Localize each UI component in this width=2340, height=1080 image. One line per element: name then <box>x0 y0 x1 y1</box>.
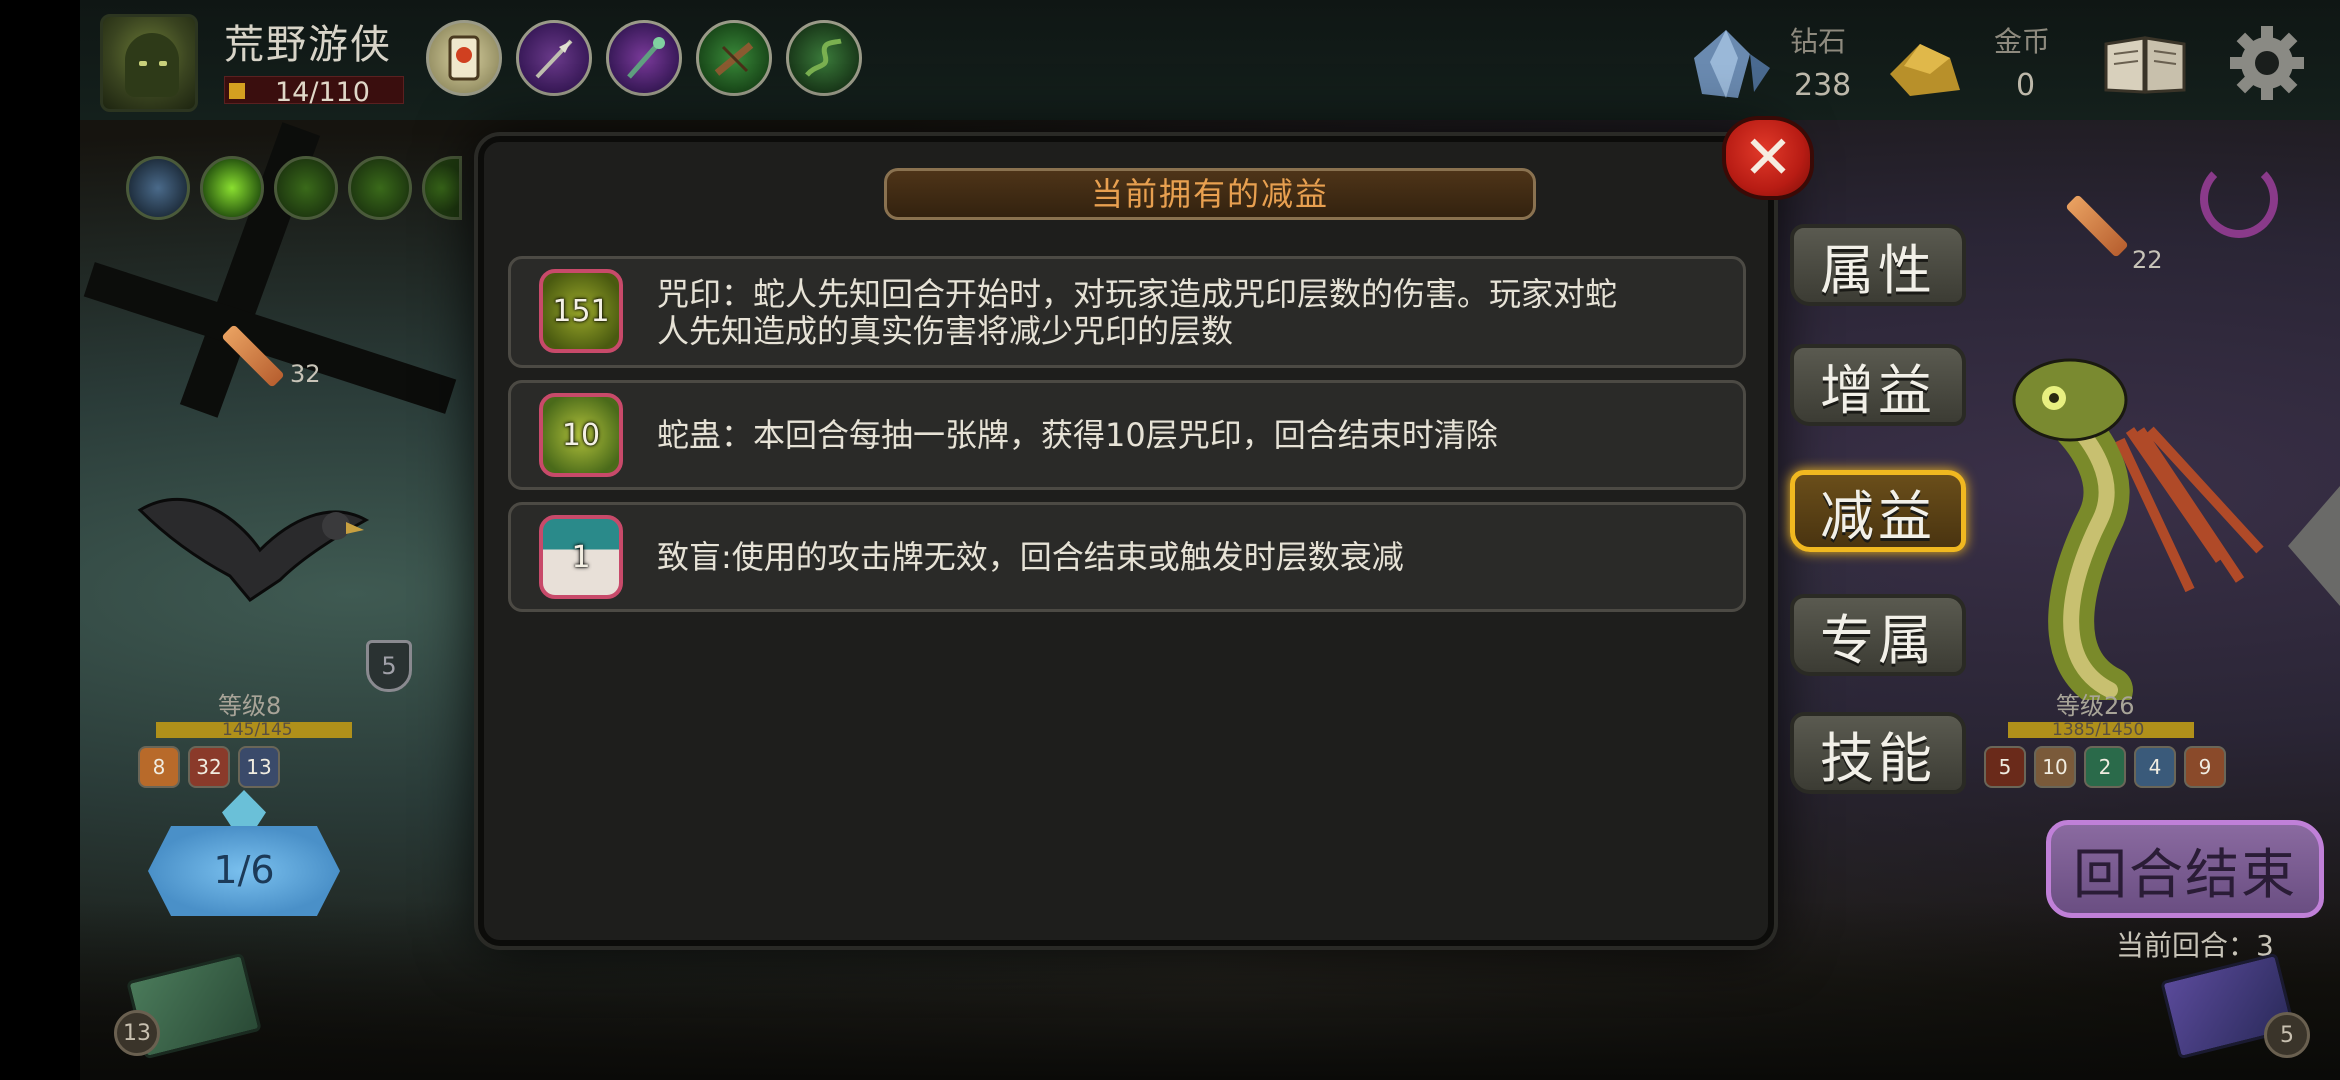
close-button[interactable]: ✕ <box>1722 116 1814 200</box>
player-status-1[interactable]: 32 <box>188 746 230 788</box>
settings-gear-icon[interactable] <box>2228 24 2306 102</box>
hero-hp-text: 14/110 <box>275 77 370 108</box>
enemy-status-0[interactable]: 5 <box>1984 746 2026 788</box>
enemy-status-1[interactable]: 10 <box>2034 746 2076 788</box>
diamond-value: 238 <box>1794 68 1852 103</box>
bird-buff-icon[interactable] <box>274 156 338 220</box>
crossbow-icon <box>714 42 754 76</box>
debuff-stacks: 10 <box>561 417 601 453</box>
staff-icon <box>627 37 665 79</box>
equipment-slot-spear[interactable] <box>516 20 592 96</box>
vine-icon <box>805 38 842 77</box>
player-hp-text: 145/145 <box>222 720 293 740</box>
eagle-companion[interactable] <box>130 480 370 620</box>
gold-label: 金币 <box>1994 25 2051 58</box>
hero-portrait[interactable] <box>100 14 198 112</box>
current-turn-label: 当前回合：3 <box>2116 929 2274 962</box>
debuff-stacks: 1 <box>571 539 591 575</box>
top-bar <box>80 0 2340 120</box>
curse-seal-icon: 151 <box>539 269 623 353</box>
enemy-hp-text: 1385/1450 <box>2052 720 2145 740</box>
snake-poison-icon: 10 <box>539 393 623 477</box>
gem-icon <box>229 83 245 99</box>
player-status-0[interactable]: 8 <box>138 746 180 788</box>
debuff-stacks: 151 <box>552 293 610 329</box>
spear-icon <box>535 39 573 79</box>
enemy-status-4[interactable]: 9 <box>2184 746 2226 788</box>
tree-branch <box>83 262 457 414</box>
enemy-status-2[interactable]: 2 <box>2084 746 2126 788</box>
hero-hp-bar: 14/110 <box>224 76 404 108</box>
player-status-2[interactable]: 13 <box>238 746 280 788</box>
enemy-level: 等级26 <box>2056 692 2135 720</box>
screen-edge <box>0 0 80 1080</box>
player-level: 等级8 <box>218 692 282 720</box>
equipment-slot-staff[interactable] <box>606 20 682 96</box>
tab-skills[interactable]: 技能 <box>1790 712 1966 794</box>
modal-title: 当前拥有的减益 <box>884 168 1536 220</box>
end-turn-button[interactable]: 回合结束 <box>2046 820 2324 918</box>
close-icon: ✕ <box>1742 123 1794 193</box>
gold-icon <box>1890 44 1960 96</box>
debuff-item-blind[interactable]: 1 致盲:使用的攻击牌无效，回合结束或触发时层数衰减 <box>508 502 1746 612</box>
debuff-text-line2: 人先知造成的真实伤害将减少咒印的层数 <box>657 312 1234 350</box>
equipment-slot-crossbow[interactable] <box>696 20 772 96</box>
bear-buff-icon[interactable] <box>348 156 412 220</box>
hood-icon <box>125 33 179 97</box>
debuff-description: 咒印：蛇人先知回合开始时，对玩家造成咒印层数的伤害。玩家对蛇 人先知造成的真实伤… <box>657 276 1617 350</box>
debuff-description: 蛇蛊：本回合每抽一张牌，获得10层咒印，回合结束时清除 <box>657 416 1498 454</box>
nature-buff-icon[interactable] <box>200 156 264 220</box>
enemy-attack-value: 22 <box>2132 246 2163 274</box>
gold-value: 0 <box>2016 68 2036 103</box>
enemy-status-3[interactable]: 4 <box>2134 746 2176 788</box>
draw-pile-count: 13 <box>114 1010 160 1056</box>
curse-swirl-icon[interactable] <box>2200 160 2278 238</box>
player-shield-icon: 5 <box>366 640 412 692</box>
owl-buff-icon[interactable] <box>126 156 190 220</box>
equipment-slot-scroll[interactable] <box>426 20 502 96</box>
tab-attributes[interactable]: 属性 <box>1790 224 1966 306</box>
tab-debuffs[interactable]: 减益 <box>1790 470 1966 552</box>
debuff-text-line1: 咒印：蛇人先知回合开始时，对玩家造成咒印层数的伤害。玩家对蛇 <box>657 275 1618 313</box>
equipment-slot-vine[interactable] <box>786 20 862 96</box>
tab-buffs[interactable]: 增益 <box>1790 344 1966 426</box>
codex-book-icon[interactable] <box>2102 34 2188 96</box>
hero-name: 荒野游侠 <box>224 22 392 68</box>
diamond-label: 钻石 <box>1790 25 1847 58</box>
tab-exclusive[interactable]: 专属 <box>1790 594 1966 676</box>
snake-prophet-enemy[interactable] <box>1990 320 2270 700</box>
discard-pile-count: 5 <box>2264 1012 2310 1058</box>
energy-value: 1/6 <box>213 848 275 892</box>
diamond-icon <box>1694 30 1770 98</box>
player-attack-value: 32 <box>290 360 321 388</box>
scroll-icon <box>448 35 480 81</box>
debuff-description: 致盲:使用的攻击牌无效，回合结束或触发时层数衰减 <box>657 538 1404 576</box>
blindfold-icon: 1 <box>539 515 623 599</box>
debuff-item-snake-poison[interactable]: 10 蛇蛊：本回合每抽一张牌，获得10层咒印，回合结束时清除 <box>508 380 1746 490</box>
debuff-item-curse[interactable]: 151 咒印：蛇人先知回合开始时，对玩家造成咒印层数的伤害。玩家对蛇 人先知造成… <box>508 256 1746 368</box>
